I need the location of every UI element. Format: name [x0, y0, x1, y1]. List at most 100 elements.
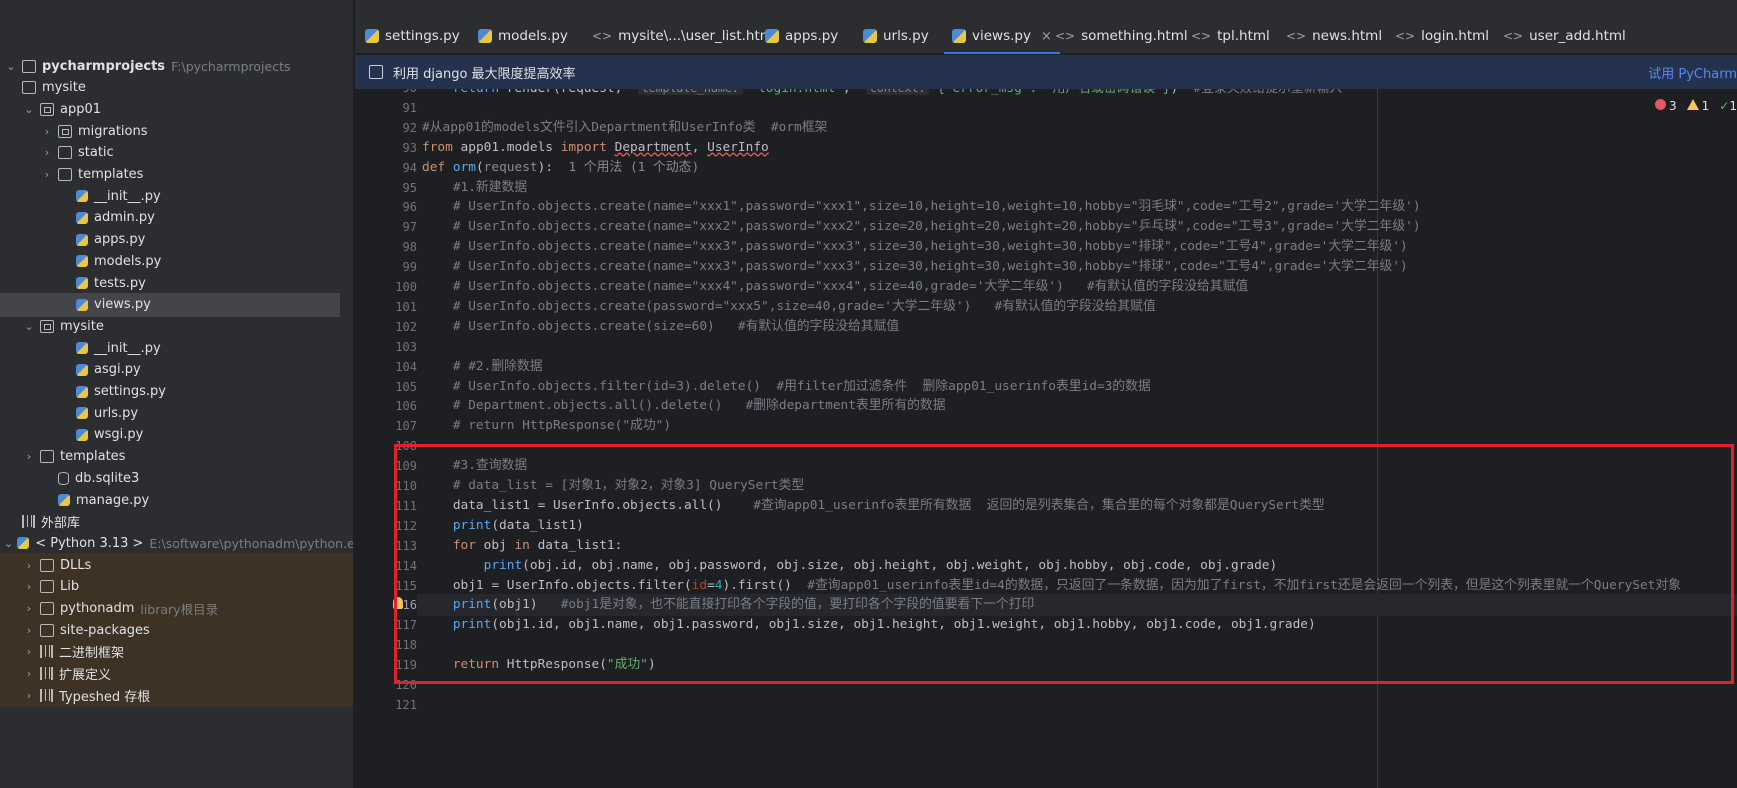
tree-item[interactable]: views.py: [0, 292, 340, 317]
tree-item[interactable]: ⌄ < Python 3.13 > E:\software\pythonadm\py…: [0, 531, 353, 555]
code-line[interactable]: # UserInfo.objects.create(name="xxx2",pa…: [422, 216, 1421, 238]
tree-item[interactable]: manage.py: [0, 488, 353, 512]
code-line[interactable]: # UserInfo.objects.create(password="xxx5…: [422, 296, 1156, 318]
code-line[interactable]: # #2.删除数据: [422, 356, 543, 378]
tab-tpl-html[interactable]: <> tpl.html: [1191, 18, 1270, 54]
chevron-down-icon[interactable]: ⌄: [22, 320, 36, 333]
lightbulb-icon[interactable]: [393, 597, 403, 609]
tree-item[interactable]: ⌄ pycharmprojects F:\pycharmprojects: [0, 54, 353, 78]
inspection-widget[interactable]: 3 1 ✓1: [1655, 99, 1737, 113]
chevron-right-icon[interactable]: ›: [22, 602, 36, 615]
tree-item[interactable]: › site-packages: [0, 618, 353, 643]
tree-item[interactable]: models.py: [0, 249, 353, 273]
folder-icon: [40, 602, 54, 615]
code-line[interactable]: # UserInfo.objects.create(name="xxx1",pa…: [422, 196, 1421, 218]
code-line[interactable]: return HttpResponse("成功"): [422, 654, 656, 676]
tree-item[interactable]: __init__.py: [0, 336, 353, 360]
tab-models-py[interactable]: models.py: [478, 18, 568, 54]
chevron-right-icon[interactable]: ›: [22, 559, 36, 572]
chevron-right-icon[interactable]: ›: [22, 689, 36, 702]
code-line[interactable]: # UserInfo.objects.create(size=60) #有默认值…: [422, 316, 899, 338]
tree-item[interactable]: › templates: [0, 163, 353, 187]
tree-item[interactable]: ⌄ mysite: [0, 314, 353, 338]
try-pycharm-link[interactable]: 试用 PyCharm: [1648, 63, 1737, 82]
tree-item-label: apps.py: [94, 232, 146, 248]
code-line[interactable]: # UserInfo.objects.filter(id=3).delete()…: [422, 376, 1151, 398]
tree-item[interactable]: › DLLs: [0, 553, 353, 578]
code-line[interactable]: # UserInfo.objects.create(name="xxx3",pa…: [422, 236, 1408, 258]
chevron-right-icon[interactable]: ›: [40, 125, 54, 138]
code-line[interactable]: # return HttpResponse("成功"): [422, 415, 671, 437]
tree-item[interactable]: wsgi.py: [0, 423, 353, 447]
tree-item[interactable]: mysite: [0, 76, 353, 100]
tab-settings-py[interactable]: settings.py: [365, 18, 460, 54]
tree-item[interactable]: apps.py: [0, 228, 353, 252]
code-line[interactable]: # UserInfo.objects.create(name="xxx3",pa…: [422, 256, 1408, 278]
code-line[interactable]: # Department.objects.all().delete() #删除d…: [422, 395, 946, 417]
tree-item[interactable]: › Typeshed 存根: [0, 683, 353, 708]
tree-item[interactable]: › templates: [0, 445, 353, 469]
tree-item[interactable]: admin.py: [0, 206, 353, 230]
code-editor[interactable]: 9091929394959697989910010110210310410510…: [355, 89, 1737, 788]
tree-item[interactable]: › 二进制框架: [0, 639, 353, 664]
tab-apps-py[interactable]: apps.py: [765, 18, 838, 54]
tab-views-py[interactable]: views.py ×: [944, 18, 1060, 54]
chevron-right-icon[interactable]: ›: [22, 667, 36, 680]
chevron-down-icon[interactable]: ⌄: [22, 103, 36, 116]
tree-item[interactable]: settings.py: [0, 380, 353, 404]
chevron-right-icon[interactable]: ›: [22, 624, 36, 637]
tab-news-html[interactable]: <> news.html: [1286, 18, 1382, 54]
tree-item[interactable]: tests.py: [0, 271, 353, 295]
line-number: 91: [402, 100, 417, 115]
code-line[interactable]: print(obj1) #obj1是对象，也不能直接打印各个字段的值，要打印各个…: [422, 594, 1035, 616]
code-line[interactable]: for obj in data_list1:: [422, 535, 623, 557]
line-number: 96: [402, 200, 417, 215]
tree-item[interactable]: urls.py: [0, 401, 353, 425]
chevron-right-icon[interactable]: ›: [40, 146, 54, 159]
code-line[interactable]: # UserInfo.objects.create(name="xxx4",pa…: [422, 276, 1248, 298]
code-line[interactable]: #从app01的models文件引入Department和UserInfo类 #…: [422, 117, 827, 139]
chevron-right-icon[interactable]: ›: [22, 450, 36, 463]
warning-count[interactable]: 1: [1686, 99, 1709, 113]
tree-item[interactable]: asgi.py: [0, 358, 353, 382]
code-line[interactable]: data_list1 = UserInfo.objects.all() #查询a…: [422, 495, 1325, 517]
code-token: for: [422, 537, 484, 553]
code-token: return: [422, 657, 507, 673]
tree-item[interactable]: › 扩展定义: [0, 661, 353, 686]
tree-item[interactable]: › migrations: [0, 119, 353, 143]
tree-item[interactable]: db.sqlite3: [0, 466, 353, 490]
tree-item-label: settings.py: [94, 384, 166, 399]
chevron-right-icon[interactable]: ›: [22, 645, 36, 658]
chevron-down-icon[interactable]: ⌄: [4, 537, 13, 550]
folder-icon: [40, 623, 54, 637]
code-token: obj1 = UserInfo.objects.filter(: [422, 577, 692, 593]
code-line[interactable]: obj1 = UserInfo.objects.filter(id=4).fir…: [422, 575, 1681, 597]
chevron-right-icon[interactable]: ›: [40, 168, 54, 181]
error-count[interactable]: 3: [1655, 99, 1677, 113]
tab-mysite-user-list-html[interactable]: <> mysite\...\user_list.html: [592, 18, 777, 54]
code-line[interactable]: def orm(request): 1 个用法 (1 个动态): [422, 157, 699, 179]
tab-urls-py[interactable]: urls.py: [863, 18, 929, 54]
code-line[interactable]: # data_list = [对象1，对象2，对象3] QuerySert类型: [422, 475, 804, 497]
code-line[interactable]: return render(request, template_name: "l…: [422, 89, 1342, 99]
tree-item[interactable]: › pythonadm library根目录: [0, 596, 353, 621]
tab-login-html[interactable]: <> login.html: [1395, 18, 1489, 54]
code-line[interactable]: #3.查询数据: [422, 455, 527, 477]
tab-something-html[interactable]: <> something.html: [1055, 18, 1188, 54]
chevron-right-icon[interactable]: ›: [22, 580, 36, 593]
code-line[interactable]: print(obj1.id, obj1.name, obj1.password,…: [422, 614, 1316, 636]
code-line[interactable]: print(obj.id, obj.name, obj.password, ob…: [422, 555, 1278, 577]
tree-item[interactable]: ⌄ app01: [0, 97, 353, 121]
tree-item[interactable]: __init__.py: [0, 184, 353, 208]
tab-user-add-html[interactable]: <> user_add.html: [1503, 18, 1626, 54]
code-line[interactable]: print(data_list1): [422, 515, 584, 537]
ok-count[interactable]: ✓1: [1719, 99, 1737, 113]
close-icon[interactable]: ×: [1041, 29, 1052, 44]
chevron-down-icon[interactable]: ⌄: [4, 60, 18, 73]
tree-item[interactable]: › static: [0, 141, 353, 165]
tree-item[interactable]: › Lib: [0, 574, 353, 599]
code-token: ): [1170, 89, 1193, 96]
code-line[interactable]: from app01.models import Department, Use…: [422, 137, 769, 159]
code-line[interactable]: #1.新建数据: [422, 177, 527, 199]
tree-item[interactable]: 外部库: [0, 510, 353, 534]
